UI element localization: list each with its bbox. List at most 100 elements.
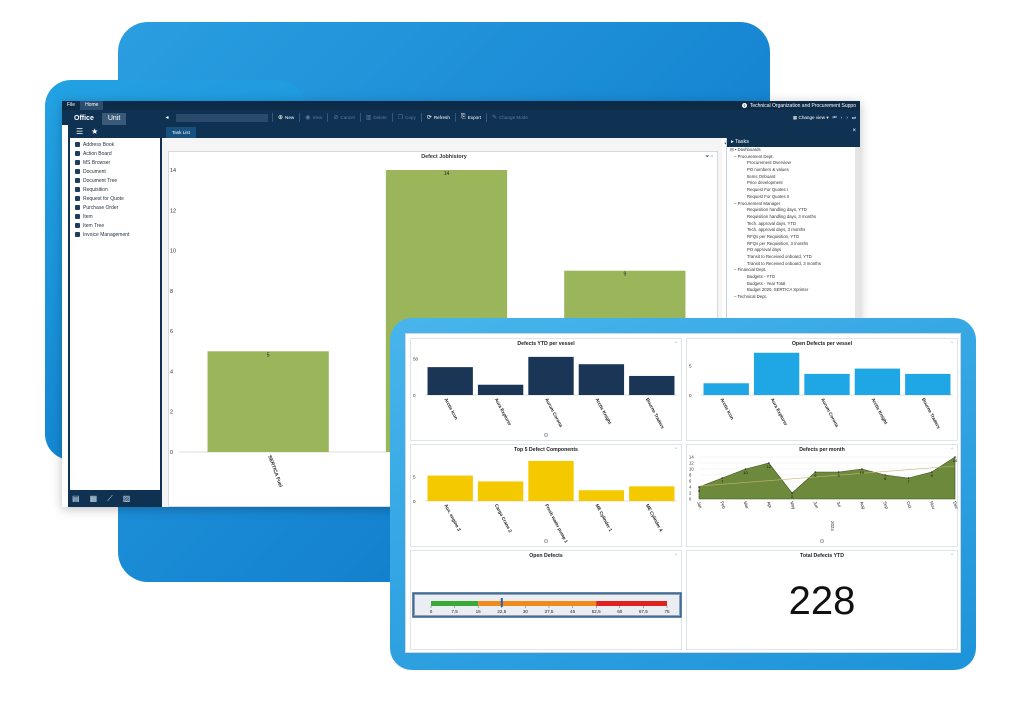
sidebar-item[interactable]: Invoice Management xyxy=(70,230,160,239)
sidebar-item-label: Purchase Order xyxy=(83,204,119,211)
task-tree-item[interactable]: PO approval days xyxy=(727,247,860,254)
copy-button[interactable]: ❐ Copy xyxy=(391,113,421,122)
previous-record-icon[interactable]: ‹ xyxy=(841,115,843,120)
favorites-star-icon[interactable]: ★ xyxy=(91,127,98,136)
sidebar-item[interactable]: Item xyxy=(70,212,160,221)
help-icon[interactable]: ? xyxy=(741,103,747,108)
task-tree-item[interactable]: Tech. approval days, 3 months xyxy=(727,227,860,234)
collapse-sidebar-icon[interactable]: ◂ xyxy=(162,114,172,121)
task-tree-item[interactable]: – Financial Dept. xyxy=(727,267,860,274)
sidebar-item[interactable]: Document Tree xyxy=(70,176,160,185)
next-record-icon[interactable]: › xyxy=(846,115,848,120)
change-mode-button[interactable]: ✎ Change Mode xyxy=(486,113,533,122)
cancel-button-label: Cancel xyxy=(340,115,355,120)
chart-icon[interactable]: ⟋ xyxy=(107,494,113,504)
task-tree-item[interactable]: – Procurement Manager xyxy=(727,201,860,208)
task-tree-item[interactable]: ⊟ ▪ Dashboards xyxy=(727,147,860,154)
task-tree-item[interactable]: RFQs per Requisition, 3 months xyxy=(727,241,860,248)
task-tree-item[interactable]: Budget 2020, SERTICA Sprinter xyxy=(727,287,860,294)
sidebar-item[interactable]: Requisition xyxy=(70,185,160,194)
widget-top5-components: Top 5 Defect Components ▫ 0 5 Aux. engine … xyxy=(410,444,682,547)
x-category-label: Arctic Icon xyxy=(443,397,459,420)
y-tick-label: 12 xyxy=(689,461,694,466)
close-icon[interactable]: × xyxy=(852,128,856,134)
task-tree-item[interactable]: RFQs per Requisition, YTD xyxy=(727,234,860,241)
x-category-label: Cargo Crane 2 xyxy=(494,503,513,533)
maximize-icon[interactable]: ▫ xyxy=(951,446,953,452)
sidebar-item[interactable]: Item Tree xyxy=(70,221,160,230)
delete-button-label: Delete xyxy=(373,115,387,120)
widget-title: Defects per month xyxy=(799,447,845,453)
defects-ytd-svg: 0 50 Arctic Icon Aura Explorer Aurum Corona A… xyxy=(413,356,677,430)
task-tree-label: Request For Quotes I xyxy=(747,187,789,193)
sidebar: ☰ ★ Address Book Action Board MS Browser Do… xyxy=(68,125,162,507)
new-button[interactable]: ⊕ New xyxy=(272,113,299,122)
maximize-icon[interactable]: ▫ xyxy=(951,552,953,558)
delete-button[interactable]: ▥ Delete xyxy=(359,113,392,122)
task-tree-item[interactable]: Requisition handling days, 3 months xyxy=(727,214,860,221)
sidebar-item[interactable]: Purchase Order xyxy=(70,203,160,212)
cancel-button[interactable]: ⊘ Cancel xyxy=(327,113,359,122)
list-view-icon[interactable]: ☰ xyxy=(76,127,83,136)
maximize-icon[interactable]: ▫ xyxy=(675,446,677,452)
tab-office[interactable]: Office xyxy=(68,113,100,125)
task-tree-item[interactable]: PO numbers & values xyxy=(727,167,860,174)
chart-title: Defect Jobhistory xyxy=(421,154,467,160)
maximize-icon[interactable]: ▫ xyxy=(951,340,953,346)
task-tree-item[interactable]: Price development xyxy=(727,180,860,187)
task-tree-item[interactable]: Request For Quotes I xyxy=(727,187,860,194)
sidebar-item[interactable]: Request for Quote xyxy=(70,194,160,203)
chart-filter-icon[interactable]: ⏷ xyxy=(705,154,709,160)
task-tree-item[interactable]: Budgets - Year Total xyxy=(727,281,860,288)
search-input[interactable] xyxy=(176,113,268,122)
gauge-tick-label: 15 xyxy=(476,609,482,614)
view-button[interactable]: ◉ View xyxy=(299,113,327,122)
refresh-icon: ⟳ xyxy=(426,115,432,121)
chart-maximize-icon[interactable]: ▫ xyxy=(711,154,713,160)
tab-task-list[interactable]: Task List xyxy=(166,127,196,138)
maximize-icon[interactable]: ▫ xyxy=(675,340,677,346)
tab-unit[interactable]: Unit xyxy=(101,113,127,125)
sidebar-item[interactable]: Document xyxy=(70,167,160,176)
report-icon[interactable]: ▨ xyxy=(123,494,131,503)
y-tick-label: 2 xyxy=(170,410,173,416)
x-category-label: May xyxy=(789,501,797,511)
task-tree-item[interactable]: Request For Quotes II xyxy=(727,194,860,201)
refresh-button[interactable]: ⟳ Refresh xyxy=(420,113,455,122)
task-tree-item[interactable]: Transit to Received onboard, YTD xyxy=(727,254,860,261)
first-record-icon[interactable]: ⏮ xyxy=(833,115,837,120)
sidebar-item[interactable]: MS Browser xyxy=(70,158,160,167)
task-tree-label: PO approval days xyxy=(747,247,782,253)
menu-file[interactable]: File xyxy=(62,101,80,110)
sidebar-item-label: Request for Quote xyxy=(83,195,124,202)
open-defects-svg: 0 5 Arctic Icon Aura Explorer Aurum Corona Ar… xyxy=(689,352,953,430)
data-value-label: 14 xyxy=(953,458,958,463)
change-view-button[interactable]: ▦ Change view ▾ xyxy=(793,115,829,121)
list-icon[interactable]: ▤ xyxy=(72,494,80,503)
task-tree-label: PO numbers & values xyxy=(747,167,789,173)
task-tree-item[interactable]: – Procurement Dept. xyxy=(727,154,860,161)
maximize-icon[interactable]: ▫ xyxy=(675,552,677,558)
task-tree-item[interactable]: Tech. approval days, YTD xyxy=(727,221,860,228)
x-category-label: Apr xyxy=(766,501,773,510)
task-tree-item[interactable]: Requisition handling days, YTD xyxy=(727,207,860,214)
year-label: 2024 xyxy=(830,521,835,531)
export-button-label: Export xyxy=(467,115,481,120)
sidebar-item[interactable]: Address Book xyxy=(70,140,160,149)
export-button[interactable]: ⎘ Export xyxy=(454,113,486,122)
last-record-icon[interactable]: ⏭ xyxy=(852,115,856,120)
task-tree-item[interactable]: Budgets - YTD xyxy=(727,274,860,281)
task-tree-item[interactable]: Transit to Received onboard, 3 months xyxy=(727,261,860,268)
calendar-icon[interactable]: ▦ xyxy=(90,494,98,503)
task-tree-item[interactable]: – Technical Dept. xyxy=(727,294,860,301)
sidebar-item[interactable]: Action Board xyxy=(70,149,160,158)
widget-page-dot[interactable] xyxy=(544,433,548,437)
menu-home[interactable]: Home xyxy=(80,101,104,110)
y-tick-label: 6 xyxy=(170,329,173,335)
x-category-label: Fresh water pump 1 xyxy=(544,503,569,544)
task-tree-item[interactable]: Items Onboard xyxy=(727,174,860,181)
task-tree-item[interactable]: Procurement Overview xyxy=(727,160,860,167)
widget-page-dot[interactable] xyxy=(820,539,824,543)
widget-page-dot[interactable] xyxy=(544,539,548,543)
x-category-label: ME Cylinder 1 xyxy=(595,503,614,533)
